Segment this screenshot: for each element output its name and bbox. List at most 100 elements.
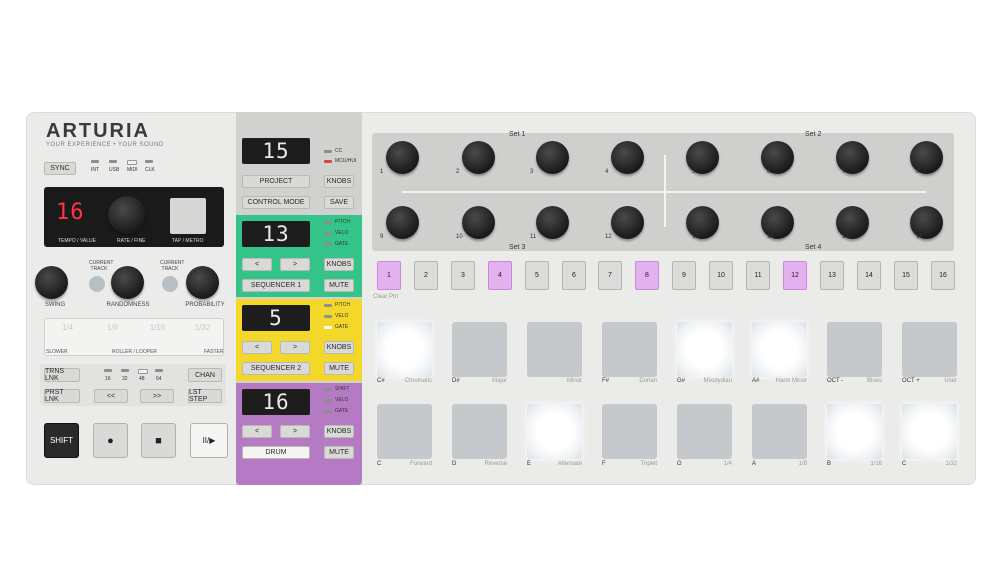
prst-lnk-button[interactable]: PRST LNK	[44, 389, 80, 403]
pad-function-label: Alternate	[557, 461, 582, 467]
shift-button[interactable]: SHIFT	[44, 423, 79, 458]
drum-next-button[interactable]: >	[280, 425, 310, 438]
play-pause-button[interactable]: II/▶	[190, 423, 228, 458]
pad-row2-3[interactable]	[527, 404, 582, 459]
save-button[interactable]: SAVE	[324, 196, 354, 209]
pad-row1-7[interactable]	[827, 322, 882, 377]
step-button-3[interactable]: 3	[451, 261, 475, 290]
step-button-6[interactable]: 6	[562, 261, 586, 290]
pad-row1-5[interactable]	[677, 322, 732, 377]
encoder-knob-10[interactable]	[462, 206, 495, 239]
encoder-knob-7[interactable]	[836, 141, 869, 174]
len-64-led	[155, 369, 163, 372]
step-button-1[interactable]: 1	[377, 261, 401, 290]
seq1-next-button[interactable]: >	[280, 258, 310, 271]
encoder-knob-13[interactable]	[686, 206, 719, 239]
step-button-4[interactable]: 4	[488, 261, 512, 290]
randomness-knob[interactable]	[111, 266, 144, 299]
encoder-knob-6[interactable]	[761, 141, 794, 174]
pad-row1-4[interactable]	[602, 322, 657, 377]
current-track-swing-button[interactable]	[89, 276, 105, 292]
encoder-knob-15[interactable]	[836, 206, 869, 239]
encoder-knob-14[interactable]	[761, 206, 794, 239]
drum-knobs-button[interactable]: KNOBS	[324, 425, 354, 438]
pad-row2-4[interactable]	[602, 404, 657, 459]
encoder-knob-16[interactable]	[910, 206, 943, 239]
stop-button[interactable]: ■	[141, 423, 176, 458]
step-button-2[interactable]: 2	[414, 261, 438, 290]
step-button-11[interactable]: 11	[746, 261, 770, 290]
step-button-8[interactable]: 8	[635, 261, 659, 290]
rewind-button[interactable]: <<	[94, 389, 128, 403]
lst-step-button[interactable]: LST STEP	[188, 389, 222, 403]
encoder-knob-4[interactable]	[611, 141, 644, 174]
current-track-prob-button[interactable]	[162, 276, 178, 292]
step-button-14[interactable]: 14	[857, 261, 881, 290]
seq2-mute-button[interactable]: MUTE	[324, 362, 354, 375]
drum-mute-button[interactable]: MUTE	[324, 446, 354, 459]
pad-function-label: 1/4	[723, 461, 732, 467]
step-button-12[interactable]: 12	[783, 261, 807, 290]
seq2-prev-button[interactable]: <	[242, 341, 272, 354]
pad-row1-2[interactable]	[452, 322, 507, 377]
faster-label: FASTER	[204, 349, 224, 355]
seq2-knobs-button[interactable]: KNOBS	[324, 341, 354, 354]
seq1-velo-led	[324, 232, 332, 235]
probability-knob[interactable]	[186, 266, 219, 299]
sequencer-2-button[interactable]: SEQUENCER 2	[242, 362, 310, 375]
step-button-7[interactable]: 7	[598, 261, 622, 290]
encoder-knob-5[interactable]	[686, 141, 719, 174]
len-16-led	[104, 369, 112, 372]
drum-prev-button[interactable]: <	[242, 425, 272, 438]
encoder-knob-3[interactable]	[536, 141, 569, 174]
chan-button[interactable]: CHAN	[188, 368, 222, 382]
encoder-number-16: 16	[916, 234, 923, 240]
seq1-display: 13	[242, 221, 310, 247]
pad-row2-8[interactable]	[902, 404, 957, 459]
encoder-knob-9[interactable]	[386, 206, 419, 239]
pad-row1-1[interactable]	[377, 322, 432, 377]
pad-row1-3[interactable]	[527, 322, 582, 377]
encoder-knob-1[interactable]	[386, 141, 419, 174]
encoder-knob-8[interactable]	[910, 141, 943, 174]
sequencer-1-button[interactable]: SEQUENCER 1	[242, 279, 310, 292]
encoder-knob-11[interactable]	[536, 206, 569, 239]
seq2-next-button[interactable]: >	[280, 341, 310, 354]
encoder-number-4: 4	[605, 169, 609, 175]
encoder-knob-12[interactable]	[611, 206, 644, 239]
pad-row2-6[interactable]	[752, 404, 807, 459]
project-button[interactable]: PROJECT	[242, 175, 310, 188]
cc-led	[324, 150, 332, 153]
knobs-button-project[interactable]: KNOBS	[324, 175, 354, 188]
pad-row1-8[interactable]	[902, 322, 957, 377]
pad-row2-1[interactable]	[377, 404, 432, 459]
step-button-15[interactable]: 15	[894, 261, 918, 290]
tap-button[interactable]	[170, 198, 206, 234]
forward-button[interactable]: >>	[140, 389, 174, 403]
step-button-5[interactable]: 5	[525, 261, 549, 290]
encoder-number-8: 8	[916, 169, 920, 175]
pad-row2-5[interactable]	[677, 404, 732, 459]
pad-function-label: 1/8	[798, 461, 807, 467]
drum-button[interactable]: DRUM	[242, 446, 310, 459]
step-button-9[interactable]: 9	[672, 261, 696, 290]
swing-knob[interactable]	[35, 266, 68, 299]
pad-row2-2[interactable]	[452, 404, 507, 459]
pad-note-label: A#	[752, 378, 760, 384]
sync-button[interactable]: SYNC	[44, 162, 76, 175]
seq1-knobs-button[interactable]: KNOBS	[324, 258, 354, 271]
encoder-knob-2[interactable]	[462, 141, 495, 174]
step-button-13[interactable]: 13	[820, 261, 844, 290]
step-button-10[interactable]: 10	[709, 261, 733, 290]
seq1-prev-button[interactable]: <	[242, 258, 272, 271]
pad-row2-7[interactable]	[827, 404, 882, 459]
record-button[interactable]: ●	[93, 423, 128, 458]
control-mode-button[interactable]: CONTROL MODE	[242, 196, 310, 209]
step-button-16[interactable]: 16	[931, 261, 955, 290]
pad-row1-6[interactable]	[752, 322, 807, 377]
seq1-mute-button[interactable]: MUTE	[324, 279, 354, 292]
drum-velo-label: VELO	[335, 397, 349, 403]
pad-note-label: G#	[677, 378, 686, 384]
trns-lnk-button[interactable]: TRNS LNK	[44, 368, 80, 382]
tempo-knob[interactable]	[108, 196, 146, 234]
